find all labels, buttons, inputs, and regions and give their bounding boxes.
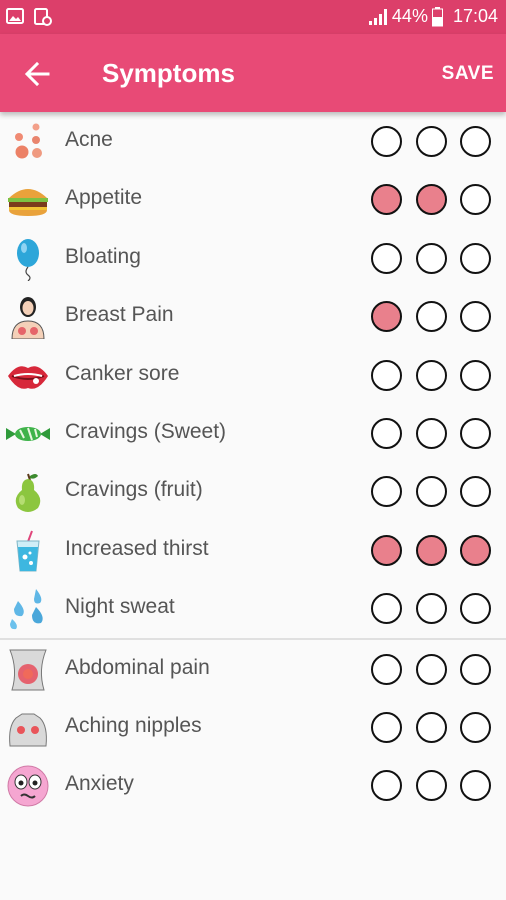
severity-level-3-toggle[interactable] bbox=[460, 534, 491, 566]
burger-icon bbox=[6, 178, 50, 222]
symptom-row-appetite: Appetite bbox=[0, 170, 506, 228]
severity-level-2-toggle[interactable] bbox=[415, 593, 447, 625]
symptom-row-anxiety: Anxiety bbox=[0, 756, 506, 814]
severity-level-1-toggle[interactable] bbox=[371, 593, 402, 625]
severity-level-2-toggle[interactable] bbox=[415, 359, 447, 391]
back-arrow-icon[interactable] bbox=[22, 58, 54, 90]
severity-level-3-toggle[interactable] bbox=[460, 476, 491, 508]
symptom-label: Canker sore bbox=[65, 361, 180, 385]
status-bar: 44% 17:04 bbox=[0, 0, 506, 34]
severity-level-3-toggle[interactable] bbox=[460, 242, 491, 274]
severity-level-2-toggle[interactable] bbox=[415, 126, 447, 157]
page-title: Symptoms bbox=[102, 58, 235, 88]
severity-level-2-toggle[interactable] bbox=[415, 534, 447, 566]
drink-icon bbox=[6, 529, 50, 573]
severity-level-2-toggle[interactable] bbox=[415, 184, 447, 216]
severity-level-1-toggle[interactable] bbox=[371, 770, 402, 802]
severity-selector bbox=[371, 476, 491, 508]
severity-selector bbox=[371, 359, 491, 391]
sweat-drops-icon bbox=[6, 587, 50, 631]
clock: 17:04 bbox=[452, 6, 498, 26]
severity-selector bbox=[371, 242, 491, 274]
lips-icon bbox=[6, 354, 50, 398]
symptom-label: Abdominal pain bbox=[65, 655, 210, 679]
battery-icon bbox=[431, 6, 443, 26]
pear-icon bbox=[6, 470, 50, 514]
symptom-label: Anxiety bbox=[65, 772, 134, 796]
symptom-row-cravings-sweet: Cravings (Sweet) bbox=[0, 404, 506, 462]
symptom-list: Acne Appetite Bloating Breast Pain Canker so… bbox=[0, 112, 506, 815]
severity-level-3-toggle[interactable] bbox=[460, 653, 491, 685]
symptom-group: Acne Appetite Bloating Breast Pain Canker so… bbox=[0, 112, 506, 638]
severity-level-2-toggle[interactable] bbox=[415, 770, 447, 802]
severity-level-1-toggle[interactable] bbox=[371, 653, 402, 685]
severity-level-3-toggle[interactable] bbox=[460, 711, 491, 743]
torso-icon bbox=[6, 706, 50, 750]
severity-level-2-toggle[interactable] bbox=[415, 476, 447, 508]
symptom-label: Appetite bbox=[65, 186, 143, 210]
severity-selector bbox=[371, 653, 491, 685]
symptom-group: Abdominal pain Aching nipples Anxiety bbox=[0, 640, 506, 815]
symptom-label: Night sweat bbox=[65, 595, 175, 619]
battery-percent: 44% bbox=[391, 6, 428, 26]
severity-level-1-toggle[interactable] bbox=[371, 359, 402, 391]
symptom-row-acne: Acne bbox=[0, 112, 506, 170]
symptom-row-breast-pain: Breast Pain bbox=[0, 287, 506, 345]
severity-level-3-toggle[interactable] bbox=[460, 184, 491, 216]
severity-level-2-toggle[interactable] bbox=[415, 711, 447, 743]
symptom-label: Breast Pain bbox=[65, 303, 174, 327]
severity-level-3-toggle[interactable] bbox=[460, 770, 491, 802]
severity-level-2-toggle[interactable] bbox=[415, 242, 447, 274]
symptom-row-abdominal-pain: Abdominal pain bbox=[0, 640, 506, 698]
severity-level-1-toggle[interactable] bbox=[371, 711, 402, 743]
breast-pain-icon bbox=[6, 295, 50, 340]
symptom-row-bloating: Bloating bbox=[0, 229, 506, 287]
severity-level-3-toggle[interactable] bbox=[460, 593, 491, 625]
balloon-icon bbox=[6, 237, 50, 282]
symptom-row-canker-sore: Canker sore bbox=[0, 346, 506, 404]
severity-selector bbox=[371, 711, 491, 743]
abdomen-icon bbox=[6, 648, 50, 692]
symptom-label: Cravings (fruit) bbox=[65, 478, 203, 502]
candy-icon bbox=[6, 412, 50, 456]
severity-selector bbox=[371, 184, 491, 216]
anxious-face-icon bbox=[6, 764, 50, 808]
severity-level-1-toggle[interactable] bbox=[371, 476, 402, 508]
severity-selector bbox=[371, 126, 491, 157]
toolbar: Symptoms SAVE bbox=[0, 34, 506, 112]
screenshot-notification-icon bbox=[34, 8, 52, 26]
severity-level-2-toggle[interactable] bbox=[415, 301, 447, 333]
severity-level-1-toggle[interactable] bbox=[371, 417, 402, 449]
severity-level-2-toggle[interactable] bbox=[415, 653, 447, 685]
severity-level-1-toggle[interactable] bbox=[371, 126, 402, 157]
symptom-label: Aching nipples bbox=[65, 713, 202, 737]
severity-level-3-toggle[interactable] bbox=[460, 359, 491, 391]
severity-level-3-toggle[interactable] bbox=[460, 301, 491, 333]
severity-level-1-toggle[interactable] bbox=[371, 534, 402, 566]
symptom-label: Acne bbox=[65, 128, 113, 151]
signal-icon bbox=[368, 8, 387, 25]
symptom-row-night-sweat: Night sweat bbox=[0, 579, 506, 637]
severity-level-1-toggle[interactable] bbox=[371, 301, 402, 333]
severity-level-1-toggle[interactable] bbox=[371, 184, 402, 216]
severity-selector bbox=[371, 770, 491, 802]
severity-level-2-toggle[interactable] bbox=[415, 417, 447, 449]
acne-icon bbox=[6, 120, 50, 164]
symptom-row-cravings-fruit: Cravings (fruit) bbox=[0, 462, 506, 520]
save-button[interactable]: SAVE bbox=[442, 63, 494, 85]
severity-level-3-toggle[interactable] bbox=[460, 417, 491, 449]
severity-selector bbox=[371, 301, 491, 333]
severity-selector bbox=[371, 534, 491, 566]
symptom-label: Bloating bbox=[65, 244, 141, 268]
severity-level-3-toggle[interactable] bbox=[460, 126, 491, 157]
severity-level-1-toggle[interactable] bbox=[371, 242, 402, 274]
gallery-notification-icon bbox=[6, 8, 24, 24]
severity-selector bbox=[371, 593, 491, 625]
symptom-label: Cravings (Sweet) bbox=[65, 419, 227, 443]
severity-selector bbox=[371, 417, 491, 449]
symptom-label: Increased thirst bbox=[65, 536, 209, 560]
symptom-row-aching-nipples: Aching nipples bbox=[0, 698, 506, 756]
symptom-row-increased-thirst: Increased thirst bbox=[0, 521, 506, 579]
